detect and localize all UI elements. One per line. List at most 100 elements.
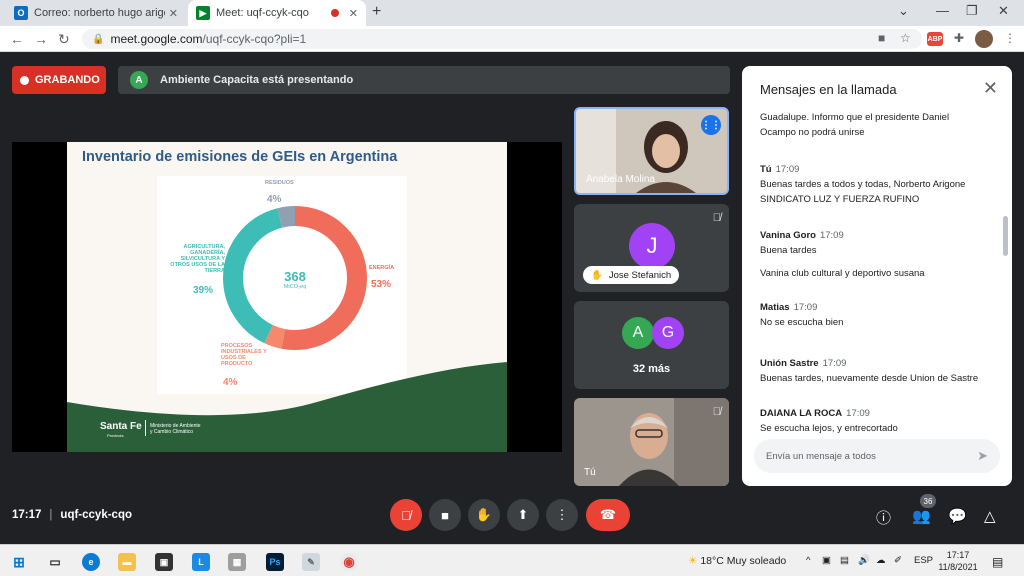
message-text: Buena tardes [760, 245, 817, 256]
chrome-icon[interactable]: ◉ [340, 553, 358, 571]
bookmark-star-icon[interactable]: ☆ [900, 31, 911, 45]
chat-input-placeholder: Envía un mensaje a todos [766, 450, 876, 462]
participant-tile-jose[interactable]: 🎙̸ J ✋ Jose Stefanich [574, 204, 729, 292]
new-tab-button[interactable]: + [372, 3, 381, 21]
chat-input[interactable]: Envía un mensaje a todos ➤ [754, 439, 1000, 473]
lock-icon: 🔒 [92, 33, 105, 45]
task-view-icon[interactable]: ▭ [46, 553, 64, 571]
leave-call-button[interactable]: ☎ [586, 499, 630, 531]
tab-outlook[interactable]: O Correo: norberto hugo arigone - ✕ [6, 0, 186, 26]
close-icon[interactable]: ✕ [983, 78, 998, 99]
store-icon[interactable]: ▣ [155, 553, 173, 571]
tray-app-icon[interactable]: ▣ [822, 555, 831, 566]
tray-expand-icon[interactable]: ^ [806, 555, 810, 566]
chat-message: Unión Sastre 17:09 Buenas tardes, nuevame… [760, 356, 1000, 386]
url-path: /uqf-ccyk-cqo?pli=1 [202, 32, 307, 46]
meeting-info: 17:17 | uqf-ccyk-cqo [12, 509, 132, 521]
message-time: 17:09 [775, 164, 800, 175]
file-explorer-icon[interactable]: ▬ [118, 553, 136, 571]
message-text: Buenas tardes a todos y todas, Norberto … [760, 179, 966, 190]
url-input[interactable]: 🔒 meet.google.com/uqf-ccyk-cqo?pli=1 [82, 29, 922, 49]
close-tab-icon[interactable]: ✕ [169, 7, 178, 20]
clock-time: 17:17 [946, 550, 970, 560]
phone-hangup-icon: ☎ [599, 507, 617, 522]
record-dot-icon [20, 75, 29, 85]
separator: | [49, 509, 53, 521]
close-window-button[interactable]: ✕ [998, 3, 1009, 19]
presentation-slide: Inventario de emisiones de GEIs en Argen… [67, 142, 507, 452]
participant-tile-more[interactable]: A G 32 más [574, 301, 729, 389]
photoshop-icon[interactable]: Ps [266, 553, 284, 571]
send-icon[interactable]: ➤ [977, 448, 988, 464]
tab-meet[interactable]: ▶ Meet: uqf-ccyk-cqo ✕ [188, 0, 366, 26]
participant-avatar: G [652, 317, 684, 349]
forward-icon[interactable]: → [34, 31, 48, 47]
raise-hand-button[interactable]: ✋ [468, 499, 500, 531]
pen-icon[interactable]: ✐ [894, 555, 902, 566]
raised-hand-icon: ✋ [591, 269, 603, 281]
participant-tile-anabela[interactable]: ⋮⋮ Anabela Molina [574, 107, 729, 195]
more-vertical-icon: ⋮ [555, 507, 569, 522]
mic-toggle-button[interactable]: 🎙̸ [390, 499, 422, 531]
chat-message: Vanina Goro 17:09 Buena tardes Vanina clu… [760, 228, 1000, 281]
close-tab-icon[interactable]: ✕ [349, 7, 358, 20]
participant-tile-self[interactable]: 🎙̸ Tú [574, 398, 729, 486]
weather-widget[interactable]: ☀ 18°C Muy soleado [688, 555, 786, 567]
recording-label: GRABANDO [35, 74, 100, 86]
activities-icon[interactable]: △ [984, 507, 996, 525]
edge-browser-icon[interactable]: e [82, 553, 100, 571]
restore-button[interactable]: ❐ [966, 3, 978, 19]
windows-start-icon[interactable]: ⊞ [10, 553, 28, 571]
presenting-text: Ambiente Capacita está presentando [160, 74, 354, 86]
donut-center-unit: MtCO₂eq [283, 284, 307, 290]
profile-avatar[interactable] [975, 30, 993, 48]
message-text: Se escucha lejos, y entrecortado [760, 423, 898, 434]
minimize-button[interactable]: — [936, 3, 949, 18]
chat-scrollbar[interactable] [1003, 216, 1008, 256]
segment-label-procesos: PROCESOS INDUSTRIALES Y USOS DE PRODUCTO [221, 343, 267, 367]
onedrive-icon[interactable]: ☁ [876, 555, 886, 566]
outlook-icon: O [14, 6, 28, 20]
hand-icon: ✋ [475, 507, 493, 522]
message-text: SINDICATO LUZ Y FUERZA RUFINO [760, 194, 920, 205]
notifications-icon[interactable]: ▤ [992, 555, 1003, 569]
message-time: 17:09 [793, 302, 818, 313]
ministry-text: Ministerio de Ambiente y Cambio Climátic… [150, 423, 201, 435]
meeting-code: uqf-ccyk-cqo [60, 509, 132, 521]
paint-icon[interactable]: ✎ [302, 553, 320, 571]
segment-pct-agricultura: 39% [193, 285, 214, 296]
address-bar: ← → ↻ 🔒 meet.google.com/uqf-ccyk-cqo?pli… [0, 26, 1024, 52]
ministry-line-2: y Cambio Climático [150, 429, 194, 435]
reload-icon[interactable]: ↻ [58, 31, 70, 48]
shared-screen: Inventario de emisiones de GEIs en Argen… [12, 142, 562, 452]
network-icon[interactable]: ▤ [840, 555, 849, 566]
message-text: Vanina club cultural y deportivo susana [760, 268, 925, 279]
volume-icon[interactable]: 🔊 [858, 555, 870, 566]
message-time: 17:09 [822, 358, 847, 369]
tab-title: Meet: uqf-ccyk-cqo [216, 7, 309, 19]
camera-icon[interactable]: ■ [878, 31, 885, 45]
language-indicator[interactable]: ESP [914, 555, 933, 566]
app-l-icon[interactable]: L [192, 553, 210, 571]
back-icon[interactable]: ← [10, 31, 24, 47]
url-host: meet.google.com [110, 32, 203, 46]
message-sender: Matias [760, 302, 790, 313]
santa-fe-logo-sub: Provincia [107, 433, 124, 438]
app-image-icon[interactable]: ▦ [228, 553, 246, 571]
chat-icon[interactable]: 💬 [948, 507, 967, 525]
menu-dots-icon[interactable]: ⋮ [1004, 31, 1016, 45]
tab-search-icon[interactable]: ⌄ [898, 3, 909, 19]
extensions-puzzle-icon[interactable]: ✚ [954, 31, 964, 45]
info-icon[interactable]: ⓘ [876, 507, 891, 528]
adblock-icon[interactable]: ABP [927, 32, 943, 46]
camera-toggle-button[interactable]: ■ [429, 499, 461, 531]
present-button[interactable]: ⬆ [507, 499, 539, 531]
sun-icon: ☀ [688, 555, 698, 567]
system-clock[interactable]: 17:17 11/8/2021 [938, 549, 978, 573]
temperature: 18°C [700, 555, 724, 567]
message-text: Buenas tardes, nuevamente desde Union de… [760, 373, 979, 384]
more-options-button[interactable]: ⋮ [546, 499, 578, 531]
participant-name: Jose Stefanich [608, 269, 672, 281]
people-icon[interactable]: 👥 [912, 507, 931, 525]
message-sender: Tú [760, 164, 772, 175]
